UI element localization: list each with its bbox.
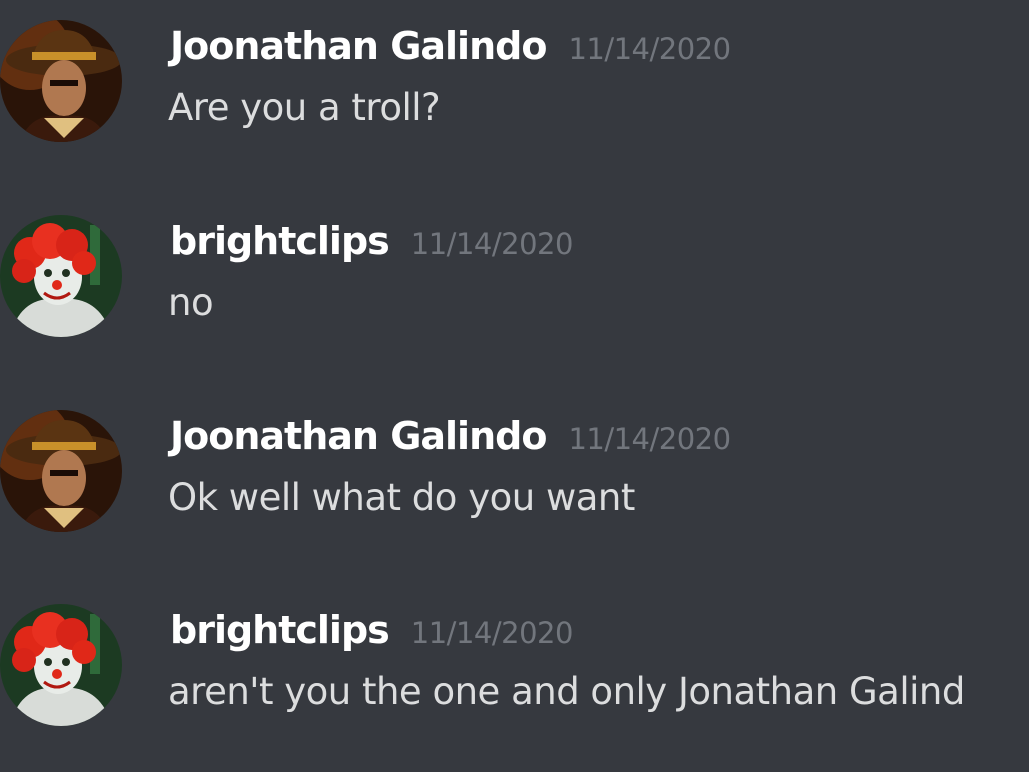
message-author[interactable]: Joonathan Galindo xyxy=(170,24,547,68)
chat-message: brightclips 11/14/2020 no xyxy=(0,215,1029,375)
message-timestamp: 11/14/2020 xyxy=(410,227,574,261)
user-avatar[interactable] xyxy=(0,20,122,142)
message-text: Are you a troll? xyxy=(168,86,441,129)
hat-man-avatar-icon xyxy=(0,20,122,142)
message-header: Joonathan Galindo 11/14/2020 xyxy=(170,24,731,68)
hat-man-avatar-icon xyxy=(0,410,122,532)
message-text: Ok well what do you want xyxy=(168,476,635,519)
message-author[interactable]: brightclips xyxy=(170,608,390,652)
user-avatar[interactable] xyxy=(0,410,122,532)
message-timestamp: 11/14/2020 xyxy=(410,616,574,650)
message-text: aren't you the one and only Jonathan Gal… xyxy=(168,670,965,713)
message-author[interactable]: brightclips xyxy=(170,219,390,263)
chat-message: Joonathan Galindo 11/14/2020 Ok well wha… xyxy=(0,410,1029,570)
message-header: Joonathan Galindo 11/14/2020 xyxy=(170,414,731,458)
message-header: brightclips 11/14/2020 xyxy=(170,219,573,263)
chat-message: Joonathan Galindo 11/14/2020 Are you a t… xyxy=(0,20,1029,180)
message-timestamp: 11/14/2020 xyxy=(568,422,731,456)
user-avatar[interactable] xyxy=(0,215,122,337)
message-timestamp: 11/14/2020 xyxy=(568,32,731,66)
message-header: brightclips 11/14/2020 xyxy=(170,608,573,652)
message-text: no xyxy=(168,281,214,324)
chat-message: brightclips 11/14/2020 aren't you the on… xyxy=(0,604,1029,764)
user-avatar[interactable] xyxy=(0,604,122,726)
chat-message-list: Joonathan Galindo 11/14/2020 Are you a t… xyxy=(0,0,1029,772)
clown-avatar-icon xyxy=(0,604,122,726)
message-author[interactable]: Joonathan Galindo xyxy=(170,414,547,458)
clown-avatar-icon xyxy=(0,215,122,337)
